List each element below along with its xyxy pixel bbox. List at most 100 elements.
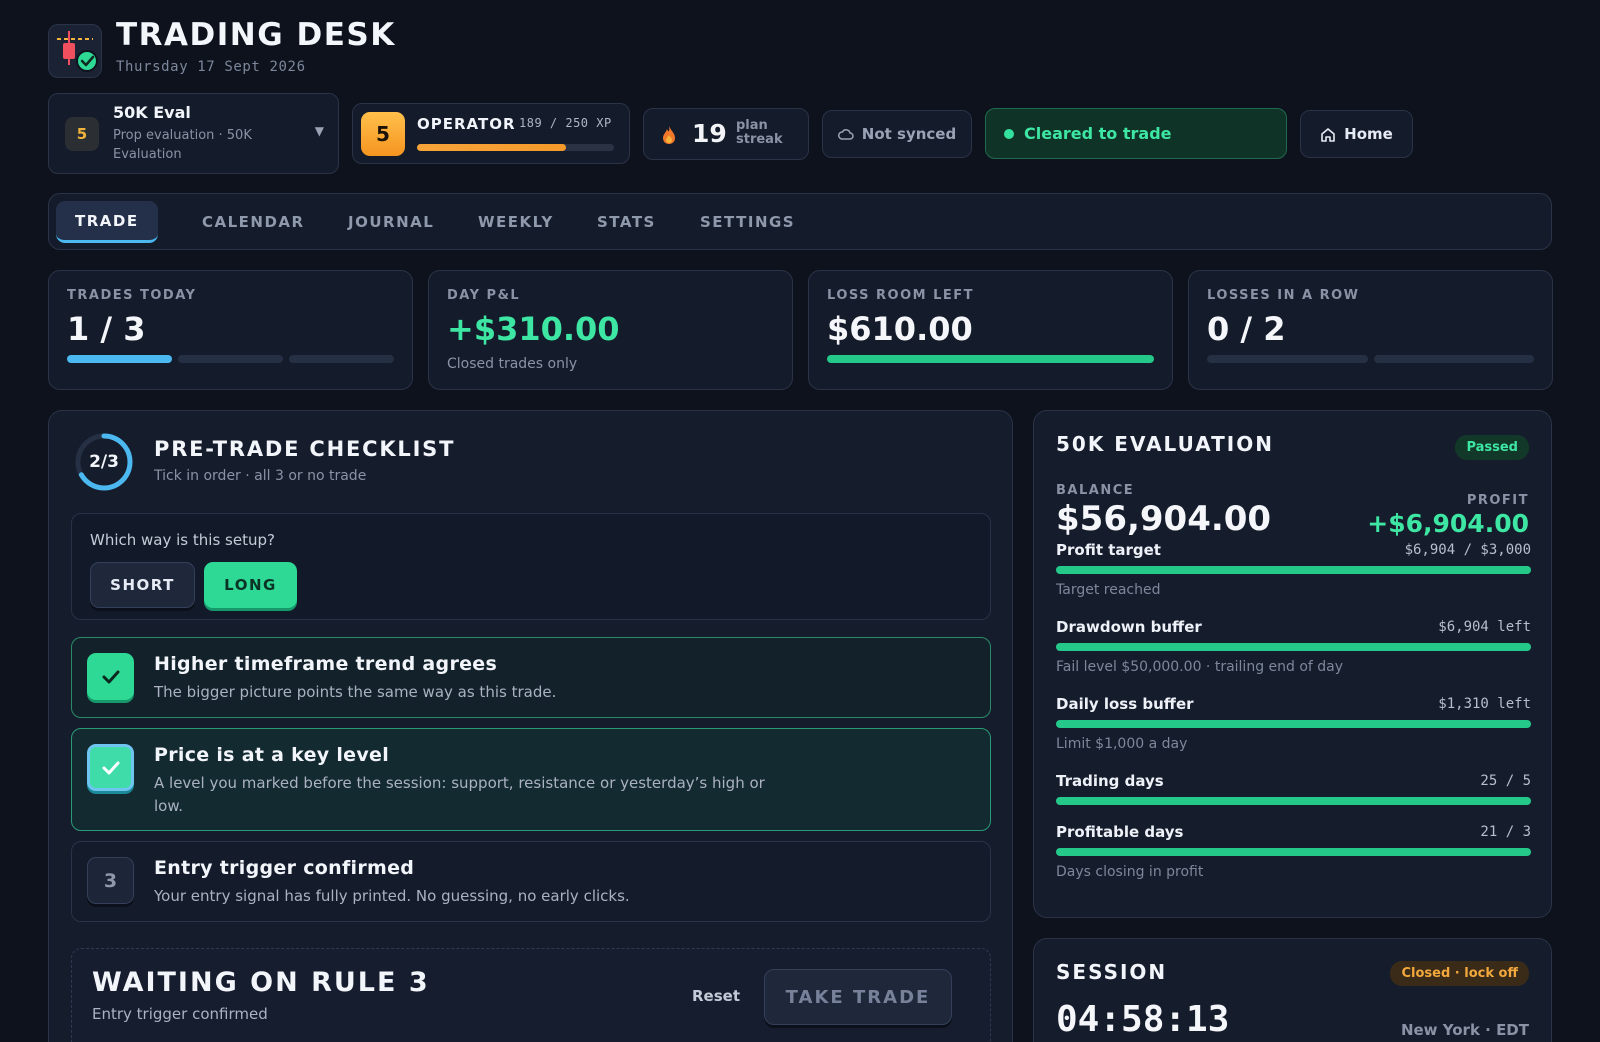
current-date: Thursday 17 Sept 2026 [116,59,306,75]
progress-segment [1373,355,1534,363]
trades-today-card: TRADES TODAY 1 / 3 [48,270,413,390]
metric-value: 21 / 3 [1480,824,1531,840]
status-badge: Passed [1455,435,1529,460]
reset-button[interactable]: Reset [692,987,740,1005]
metric-note: Target reached [1056,582,1161,598]
evaluation-title: 50K EVALUATION [1056,432,1274,456]
tab-calendar[interactable]: CALENDAR [183,201,324,243]
account-level-badge: 5 [65,117,99,151]
rule-checkbox[interactable] [87,653,134,700]
checklist-title: PRE-TRADE CHECKLIST [154,437,456,461]
metric-bar [1056,797,1531,805]
rule-item-entry-trigger[interactable]: 3 Entry trigger confirmed Your entry sig… [71,841,991,922]
profit-value: +$6,904.00 [1367,509,1529,538]
day-pnl-card: DAY P&L +$310.00 Closed trades only [428,270,793,390]
metric-bar-fill [1056,720,1531,728]
rule-description: A level you marked before the session: s… [154,774,765,815]
account-description: Prop evaluation · 50K Evaluation [113,128,252,162]
stat-value: 1 / 3 [67,310,146,348]
metric-note: Days closing in profit [1056,864,1204,880]
metric-label: Drawdown buffer [1056,618,1202,636]
loss-room-card: LOSS ROOM LEFT $610.00 [808,270,1173,390]
xp-progress-fill [417,144,566,151]
tab-journal[interactable]: JOURNAL [329,201,453,243]
check-icon [102,761,119,774]
tab-stats[interactable]: STATS [578,201,675,243]
direction-question: Which way is this setup? [90,531,275,549]
tab-weekly[interactable]: WEEKLY [459,201,573,243]
streak-count: 19 [692,119,727,148]
trade-status-label: Cleared to trade [1024,124,1172,143]
trades-progress-segments [67,355,394,363]
session-title: SESSION [1056,960,1168,984]
trade-status-banner: Cleared to trade [985,108,1287,159]
metric-value: 25 / 5 [1480,773,1531,789]
metric-value: $6,904 left [1438,619,1531,635]
progress-segment [1207,355,1368,363]
balance-value: $56,904.00 [1056,499,1272,539]
rule-title: Price is at a key level [154,744,390,766]
plan-streak: 19 plan streak [643,108,809,160]
rule-checkbox[interactable] [87,744,134,791]
waiting-title: WAITING ON RULE 3 [92,967,430,998]
checklist-progress-text: 2/3 [89,452,119,472]
metric-label: Profit target [1056,541,1161,559]
rule-item-trend[interactable]: Higher timeframe trend agrees The bigger… [71,637,991,718]
rule-description: Your entry signal has fully printed. No … [154,887,630,905]
take-trade-button[interactable]: TAKE TRADE [764,969,952,1025]
xp-progress-bar [417,144,614,151]
account-selector[interactable]: 5 50K Eval Prop evaluation · 50K Evaluat… [48,93,339,174]
metric-bar [1056,566,1531,574]
rule-number-badge[interactable]: 3 [87,857,134,904]
xp-counter: 189 / 250 XP [519,116,612,130]
home-label: Home [1344,125,1393,143]
direction-selector: Which way is this setup? SHORT LONG [71,513,991,620]
pre-trade-checklist: 2/3 PRE-TRADE CHECKLIST Tick in order · … [48,410,1013,1042]
losses-in-row-card: LOSSES IN A ROW 0 / 2 [1188,270,1553,390]
chevron-down-icon: ▼ [314,124,324,138]
stat-label: TRADES TODAY [67,288,197,303]
metric-bar-fill [1056,566,1531,574]
rule-title: Higher timeframe trend agrees [154,653,498,675]
rule-item-key-level[interactable]: Price is at a key level A level you mark… [71,728,991,831]
stat-label: LOSS ROOM LEFT [827,288,975,303]
metric-note: Fail level $50,000.00 · trailing end of … [1056,659,1344,675]
evaluation-panel: 50K EVALUATION Passed BALANCE $56,904.00… [1033,410,1552,918]
metric-bar [1056,643,1531,651]
session-status-badge: Closed · lock off [1390,961,1529,986]
progress-segment [178,355,283,363]
sync-status-label: Not synced [861,125,957,143]
balance-label: BALANCE [1056,483,1135,498]
waiting-subtitle: Entry trigger confirmed [92,1005,268,1023]
rank-label: OPERATOR [417,115,516,133]
metric-label: Daily loss buffer [1056,695,1194,713]
app-logo-icon [48,24,102,78]
sync-status-button[interactable]: Not synced [822,110,972,158]
stat-note: Closed trades only [447,356,578,372]
metric-bar-fill [1056,643,1531,651]
check-icon [102,670,119,683]
session-clock: 04:58:13 [1056,999,1230,1040]
trade-action-bar: WAITING ON RULE 3 Entry trigger confirme… [71,948,991,1042]
stat-value: 0 / 2 [1207,310,1286,348]
tab-settings[interactable]: SETTINGS [681,201,814,243]
level-badge: 5 [361,112,405,156]
progress-segment [67,355,172,363]
level-progress: 5 OPERATOR 189 / 250 XP [352,103,630,164]
long-button[interactable]: LONG [204,562,297,608]
flame-icon [663,126,675,144]
stat-label: DAY P&L [447,288,521,303]
metric-note: Limit $1,000 a day [1056,736,1188,752]
metric-bar [1056,848,1531,856]
metric-value: $1,310 left [1438,696,1531,712]
session-panel: SESSION Closed · lock off 04:58:13 New Y… [1033,938,1552,1042]
stat-value: +$310.00 [447,310,620,348]
home-button[interactable]: Home [1300,110,1413,158]
tab-trade[interactable]: TRADE [56,201,158,243]
home-icon [1321,127,1335,142]
short-button[interactable]: SHORT [90,562,195,608]
stat-label: LOSSES IN A ROW [1207,288,1360,303]
rule-title: Entry trigger confirmed [154,857,415,879]
session-timezone: New York · EDT [1400,1021,1529,1039]
profit-label: PROFIT [1466,493,1529,508]
